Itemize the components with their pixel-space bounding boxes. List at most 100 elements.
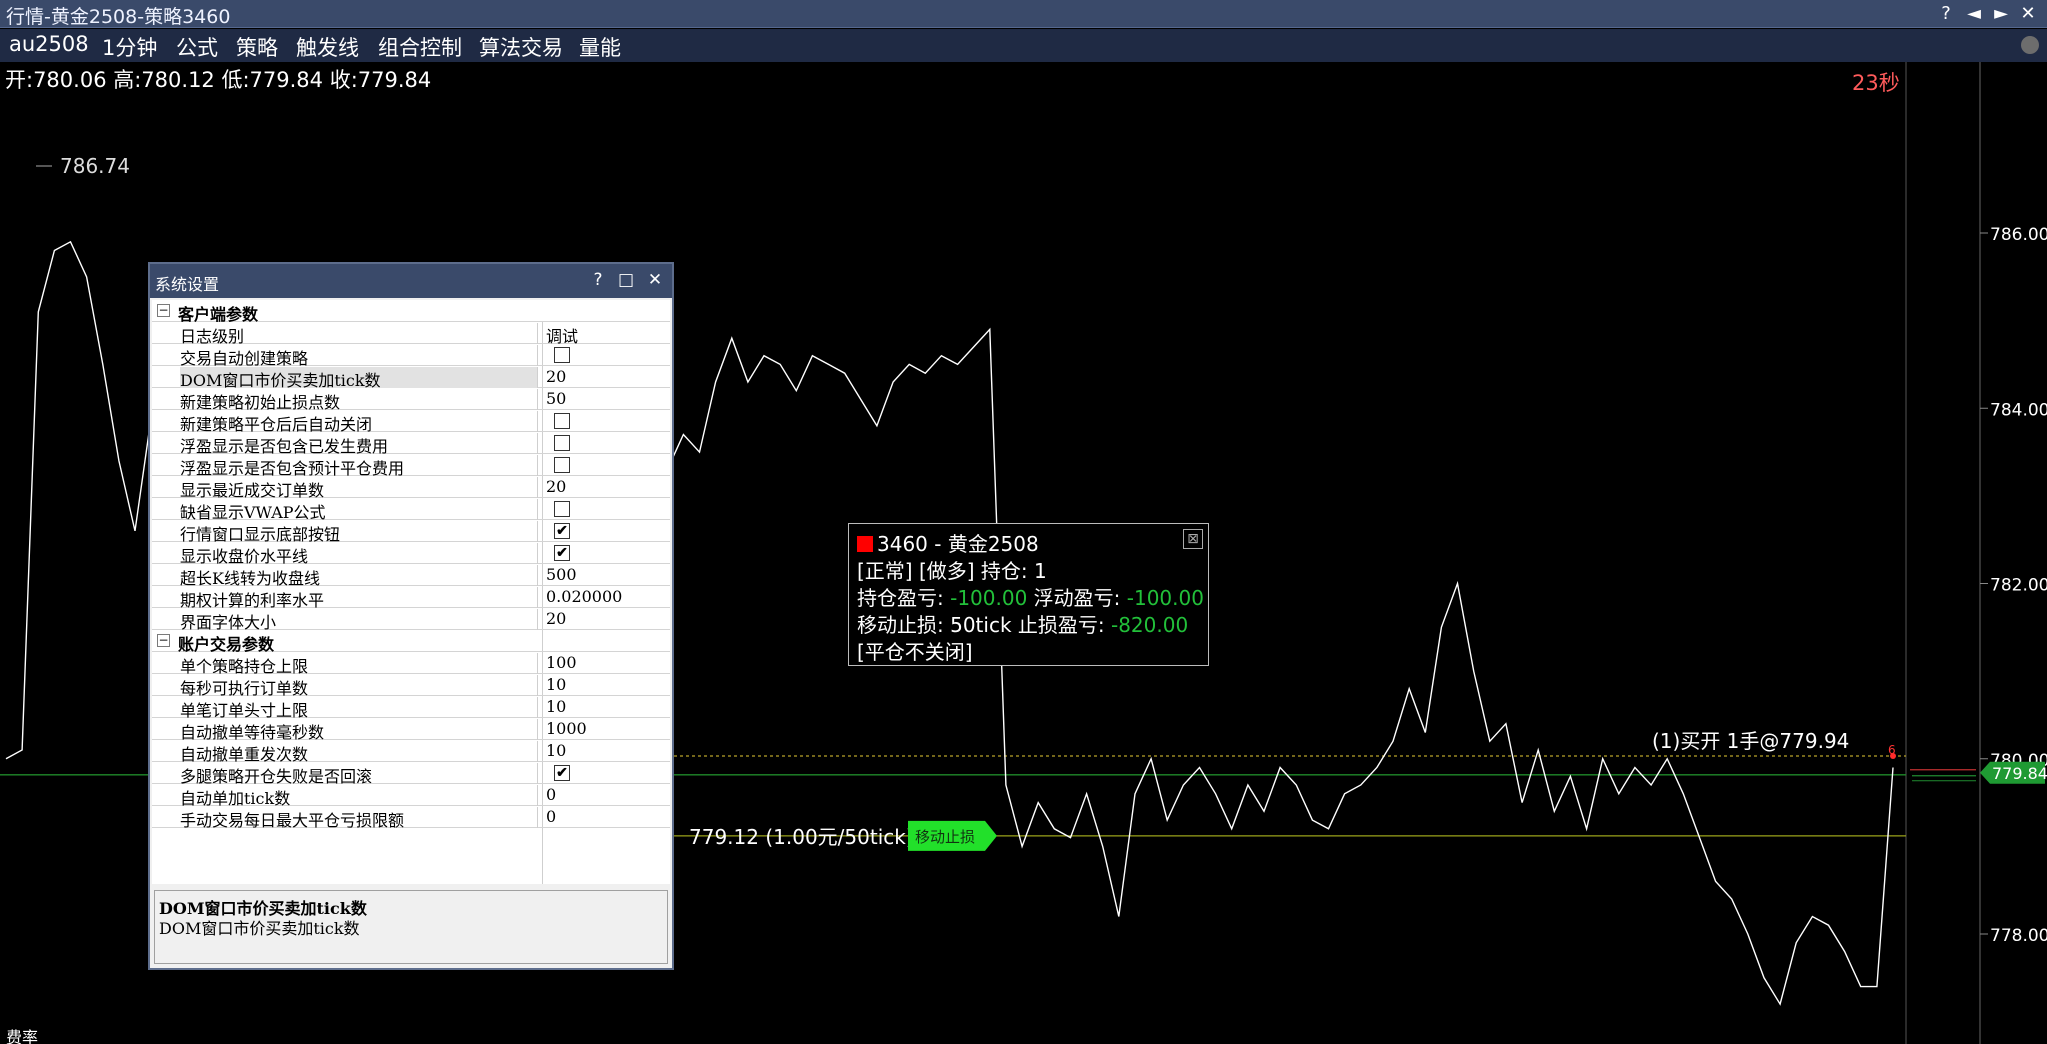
setting-name: 超长K线转为收盘线 [180, 565, 538, 586]
settings-row[interactable]: 浮盈显示是否包含预计平仓费用 [152, 454, 670, 476]
setting-name: 界面字体大小 [180, 609, 538, 630]
settings-row[interactable]: 多腿策略开仓失败是否回滚 ✔ [152, 762, 670, 784]
setting-value[interactable]: 20 [546, 477, 566, 496]
settings-row[interactable]: 单笔订单头寸上限 10 [152, 696, 670, 718]
menu-combo-control[interactable]: 组合控制 [378, 32, 462, 62]
settings-row[interactable]: 行情窗口显示底部按钮 ✔ [152, 520, 670, 542]
settings-row[interactable]: 超长K线转为收盘线 500 [152, 564, 670, 586]
prev-icon[interactable]: ◄ [1961, 1, 1987, 27]
dialog-close-icon[interactable]: ✕ [644, 269, 666, 291]
menu-timeframe[interactable]: 1分钟 [102, 32, 157, 62]
setting-checkbox[interactable] [554, 501, 570, 517]
settings-row[interactable]: 自动撤单等待毫秒数 1000 [152, 718, 670, 740]
property-description: DOM窗口市价买卖加tick数 DOM窗口市价买卖加tick数 [154, 890, 668, 964]
setting-value[interactable]: 0.020000 [546, 587, 622, 606]
setting-name: DOM窗口市价买卖加tick数 [180, 367, 538, 388]
settings-row[interactable]: 显示收盘价水平线 ✔ [152, 542, 670, 564]
settings-row[interactable]: 浮盈显示是否包含已发生费用 [152, 432, 670, 454]
trailing-stop-label[interactable]: 移动止损 [915, 828, 975, 846]
strategy-color-icon [857, 536, 873, 552]
settings-row[interactable]: 单个策略持仓上限 100 [152, 652, 670, 674]
help-button[interactable]: ? [1933, 1, 1959, 27]
setting-value[interactable]: 1000 [546, 719, 587, 738]
dialog-help-button[interactable]: ? [587, 269, 609, 291]
setting-name: 浮盈显示是否包含预计平仓费用 [180, 455, 538, 476]
setting-value[interactable]: 10 [546, 675, 566, 694]
setting-value[interactable]: 0 [546, 807, 556, 826]
status-indicator-icon[interactable] [2021, 36, 2039, 54]
y-tick-label: 782.00 [1990, 576, 2047, 596]
dialog-maximize-icon[interactable]: □ [615, 269, 637, 291]
settings-row[interactable]: 每秒可执行订单数 10 [152, 674, 670, 696]
settings-row[interactable]: 显示最近成交订单数 20 [152, 476, 670, 498]
y-axis [1905, 62, 1981, 1044]
menu-formula[interactable]: 公式 [176, 32, 218, 62]
menu-algo-trading[interactable]: 算法交易 [479, 32, 563, 62]
setting-value[interactable]: 500 [546, 565, 577, 584]
settings-row[interactable]: 自动单加tick数 0 [152, 784, 670, 806]
settings-row[interactable]: 自动撤单重发次数 10 [152, 740, 670, 762]
setting-checkbox[interactable]: ✔ [554, 545, 570, 561]
setting-checkbox[interactable]: ✔ [554, 523, 570, 539]
window-title: 行情-黄金2508-策略3460 [6, 6, 231, 28]
setting-value[interactable]: 10 [546, 697, 566, 716]
y-tick-label: 778.00 [1990, 926, 2047, 946]
collapse-icon[interactable]: − [157, 304, 170, 317]
settings-row[interactable]: 期权计算的利率水平 0.020000 [152, 586, 670, 608]
menu-trigger-line[interactable]: 触发线 [296, 32, 359, 62]
setting-value[interactable]: 10 [546, 741, 566, 760]
trade-fill-label: (1)买开 1手@779.94 [1652, 729, 1849, 753]
settings-group-header[interactable]: − 客户端参数 [152, 300, 670, 324]
setting-name: 自动撤单重发次数 [180, 741, 538, 762]
setting-checkbox[interactable] [554, 457, 570, 473]
setting-value[interactable]: 20 [546, 367, 566, 386]
setting-value[interactable]: 100 [546, 653, 577, 672]
close-icon[interactable]: ✕ [2015, 1, 2041, 27]
setting-value[interactable]: 0 [546, 785, 556, 804]
setting-name: 显示最近成交订单数 [180, 477, 538, 498]
strategy-info-box[interactable]: 3460 - 黄金2508 ⊠ [正常] [做多] 持仓: 1 持仓盈亏: -1… [848, 523, 1209, 666]
strategy-close-icon[interactable]: ⊠ [1183, 529, 1203, 549]
setting-checkbox[interactable] [554, 347, 570, 363]
setting-name: 缺省显示VWAP公式 [180, 499, 538, 520]
y-tick-label: 784.00 [1990, 400, 2047, 420]
settings-group-header[interactable]: − 账户交易参数 [152, 630, 670, 654]
setting-name: 期权计算的利率水平 [180, 587, 538, 608]
setting-checkbox[interactable] [554, 413, 570, 429]
ohlc-readout: 开:780.06 高:780.12 低:779.84 收:779.84 [5, 68, 432, 92]
dialog-titlebar[interactable]: 系统设置 ? □ ✕ [150, 264, 672, 298]
setting-value[interactable]: 50 [546, 389, 566, 408]
menu-volume[interactable]: 量能 [579, 32, 621, 62]
settings-row[interactable]: 交易自动创建策略 [152, 344, 670, 366]
settings-row[interactable]: 新建策略初始止损点数 50 [152, 388, 670, 410]
property-grid[interactable]: − 客户端参数 日志级别 调试 交易自动创建策略 DOM窗口市价买卖加tick数 20 新建策… [152, 300, 670, 884]
current-price-label: 779.84 [1992, 764, 2047, 783]
settings-row[interactable]: 手动交易每日最大平仓亏损限额 0 [152, 806, 670, 828]
strategy-stop: 移动止损: 50tick 止损盈亏: -820.00 [857, 613, 1189, 637]
setting-name: 行情窗口显示底部按钮 [180, 521, 538, 542]
y-tick-labels: 786.00784.00782.00780.00778.00 [1980, 225, 2047, 946]
setting-checkbox[interactable]: ✔ [554, 765, 570, 781]
setting-checkbox[interactable] [554, 435, 570, 451]
settings-row[interactable]: 界面字体大小 20 [152, 608, 670, 630]
next-icon[interactable]: ► [1988, 1, 2014, 27]
fee-label[interactable]: 费率 [6, 1024, 38, 1044]
setting-name: 浮盈显示是否包含已发生费用 [180, 433, 538, 454]
settings-row[interactable]: DOM窗口市价买卖加tick数 20 [152, 366, 670, 388]
settings-row[interactable]: 日志级别 调试 [152, 322, 670, 346]
strategy-status: [正常] [做多] 持仓: 1 [857, 559, 1047, 583]
system-settings-dialog[interactable]: 系统设置 ? □ ✕ − 客户端参数 日志级别 调试 交易自动创建策略 DOM窗口市价买卖… [148, 262, 674, 970]
settings-row[interactable]: 新建策略平仓后后自动关闭 [152, 410, 670, 432]
menu-symbol[interactable]: au2508 [9, 32, 89, 56]
menu-bar: au2508 1分钟 公式 策略 触发线 组合控制 算法交易 量能 [0, 29, 2047, 62]
collapse-icon[interactable]: − [157, 634, 170, 647]
position-pl-value: -100.00 [950, 586, 1028, 610]
settings-row[interactable]: 缺省显示VWAP公式 [152, 498, 670, 520]
setting-value[interactable]: 20 [546, 609, 566, 628]
description-text: DOM窗口市价买卖加tick数 [159, 919, 360, 938]
menu-strategy[interactable]: 策略 [236, 32, 278, 62]
strategy-pl: 持仓盈亏: -100.00 浮动盈亏: -100.00 [857, 586, 1204, 610]
trade-point[interactable] [1890, 753, 1896, 760]
setting-name: 新建策略初始止损点数 [180, 389, 538, 410]
setting-name: 自动单加tick数 [180, 785, 538, 806]
